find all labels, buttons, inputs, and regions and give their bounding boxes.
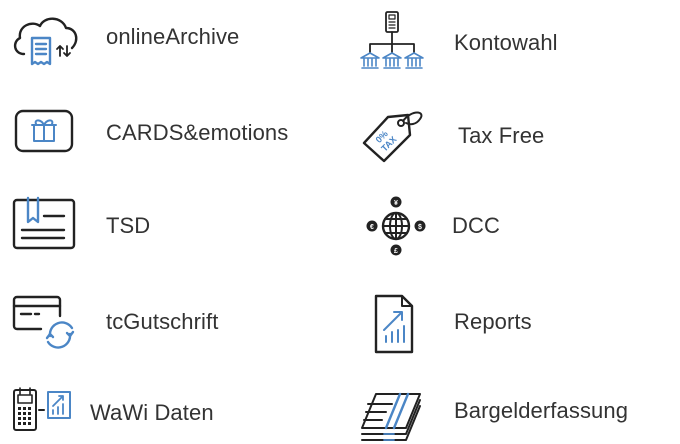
currency-globe-icon: ¥ € $ £ <box>356 196 428 256</box>
tile-label: tcGutschrift <box>106 309 219 334</box>
tile-label: Bargelderfassung <box>454 398 629 423</box>
tile-dcc[interactable]: ¥ € $ £ DCC <box>356 196 500 256</box>
tile-kontowahl[interactable]: Kontowahl <box>356 11 558 74</box>
tile-cards-emotions[interactable]: CARDS&emotions <box>10 103 288 163</box>
yen-symbol: ¥ <box>394 200 398 207</box>
tile-wawi-daten[interactable]: WaWi Daten <box>10 384 214 444</box>
tile-label: TSD <box>106 213 151 238</box>
tile-tsd[interactable]: TSD <box>10 196 150 256</box>
tile-tax-free[interactable]: 0% TAX Tax Free <box>356 103 544 163</box>
tile-label: CARDS&emotions <box>106 120 289 145</box>
cash-stack-icon <box>356 384 428 444</box>
account-selection-icon <box>356 11 428 74</box>
apps-grid: onlineArchive Kontowahl CARDS&emotions 0… <box>0 0 680 441</box>
euro-symbol: € <box>370 224 374 231</box>
pound-symbol: £ <box>394 248 398 255</box>
tile-tc-gutschrift[interactable]: tcGutschrift <box>10 292 218 352</box>
tile-label: Tax Free <box>458 123 545 148</box>
tile-label: WaWi Daten <box>90 400 214 425</box>
terminal-data-icon <box>10 384 82 444</box>
tile-online-archive[interactable]: onlineArchive <box>10 12 239 72</box>
card-refund-icon <box>10 292 82 352</box>
tile-bargelderfassung[interactable]: Bargelderfassung <box>356 384 628 444</box>
tile-label: onlineArchive <box>106 24 240 49</box>
tsd-card-icon <box>10 196 82 256</box>
tile-reports[interactable]: Reports <box>356 292 532 354</box>
dollar-symbol: $ <box>418 224 422 231</box>
tile-label: Kontowahl <box>454 30 558 55</box>
cloud-archive-icon <box>10 12 82 72</box>
tile-label: DCC <box>452 213 500 238</box>
tax-free-tag-icon: 0% TAX <box>356 103 428 163</box>
gift-card-icon <box>10 103 82 163</box>
tile-label: Reports <box>454 309 532 334</box>
report-chart-icon <box>356 292 428 354</box>
